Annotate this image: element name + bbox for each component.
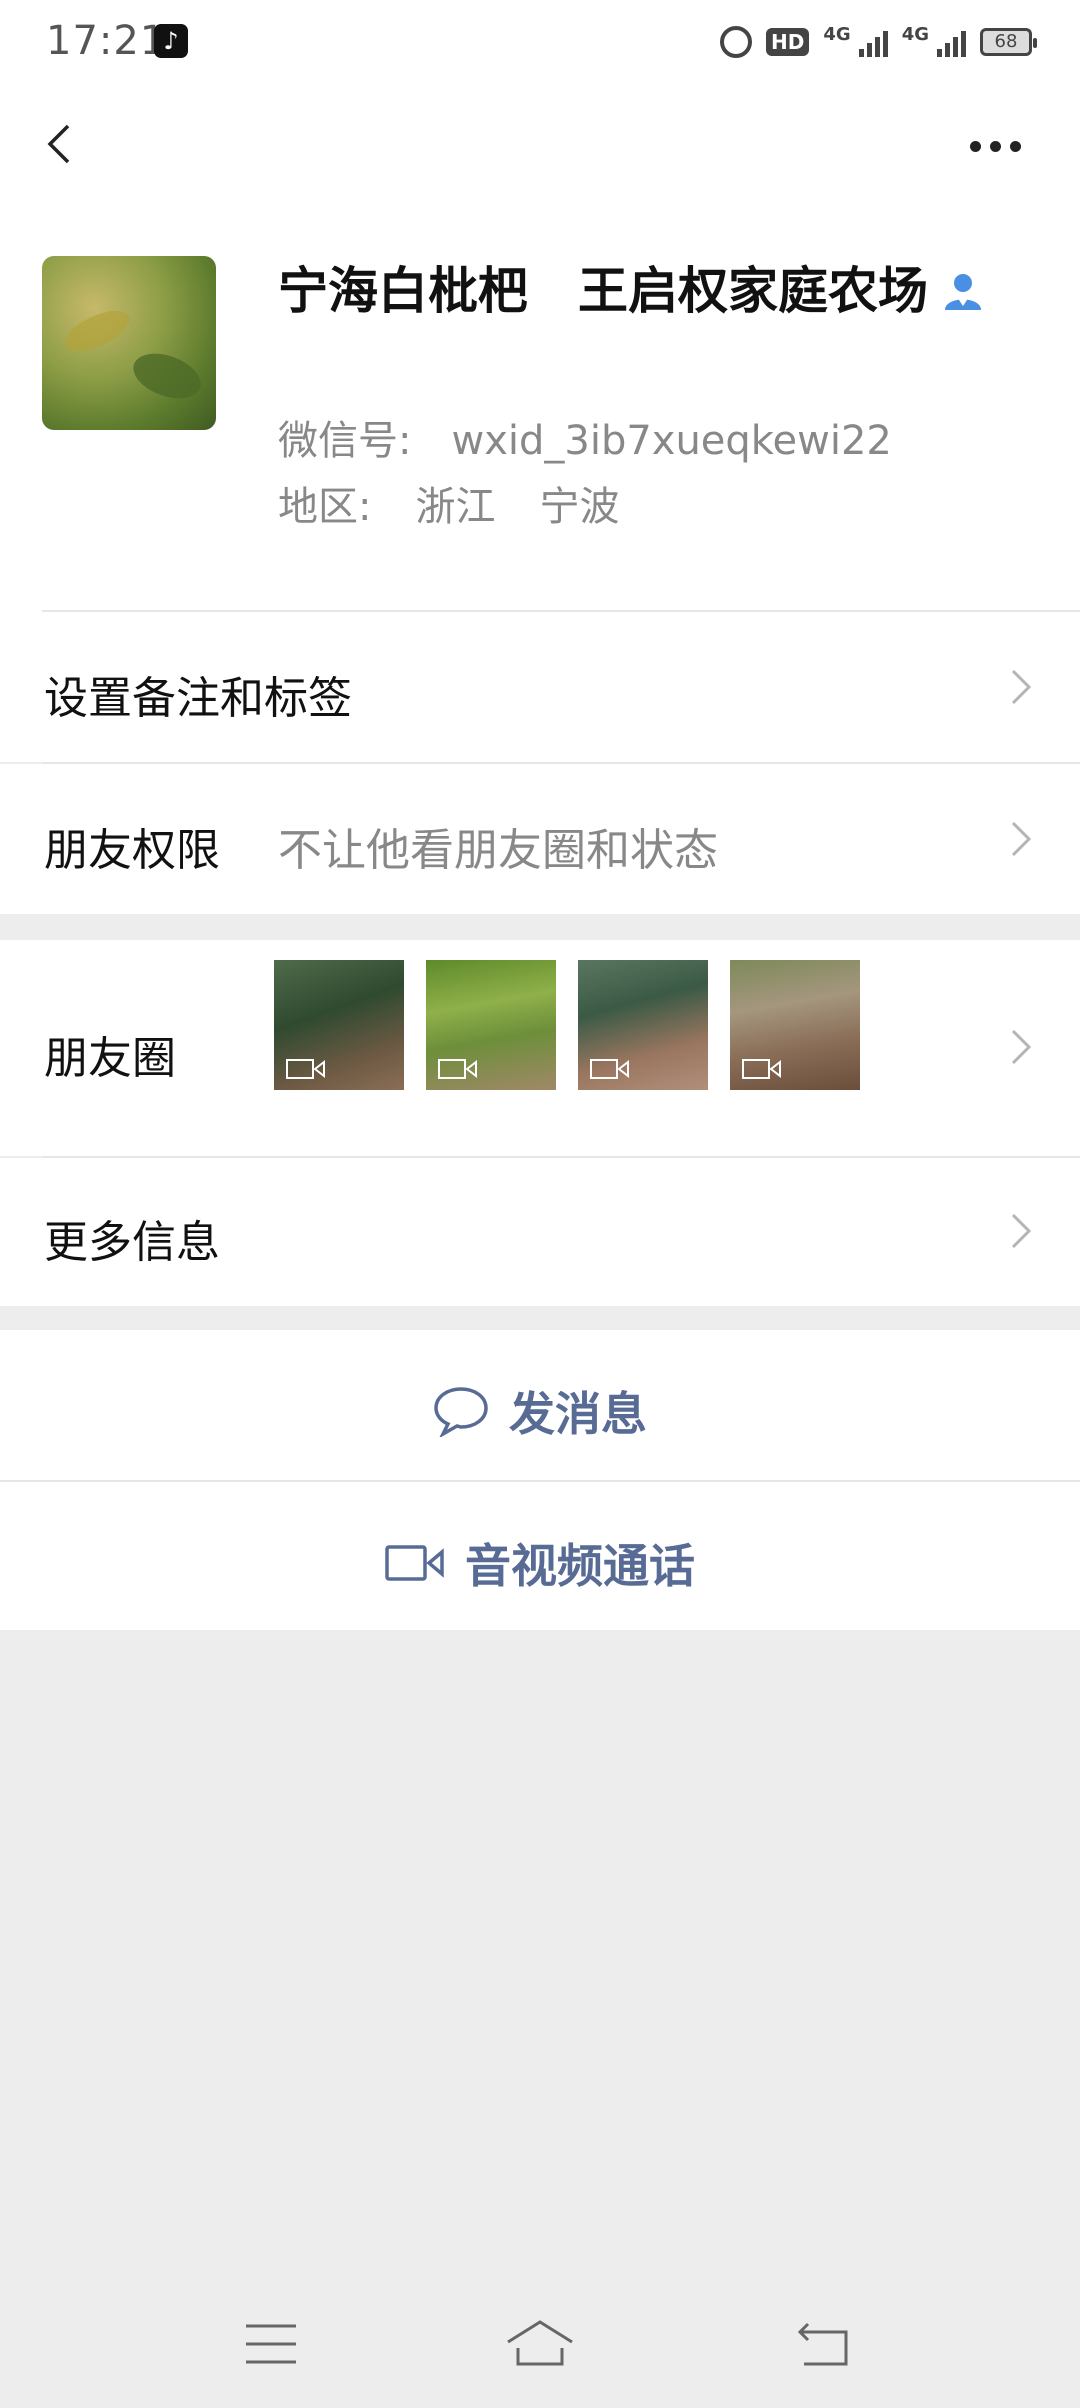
- video-icon: [742, 1059, 781, 1079]
- menu-icon[interactable]: [244, 2322, 298, 2366]
- chevron-right-icon: [1011, 1213, 1032, 1249]
- region-row: 地区: 浙江 宁波: [278, 474, 663, 532]
- signal-icon: [858, 27, 888, 57]
- friend-permission-title: 朋友权限: [44, 825, 220, 876]
- video-call-button[interactable]: 音视频通话: [0, 1482, 1080, 1630]
- more-dots-icon[interactable]: [970, 136, 1030, 156]
- send-message-label: 发消息: [509, 1387, 647, 1441]
- moments-thumbnail[interactable]: [578, 960, 708, 1090]
- video-icon: [590, 1059, 629, 1079]
- chevron-right-icon: [1011, 1029, 1032, 1065]
- avatar[interactable]: [42, 256, 216, 430]
- profile-name: 宁海白枇杷 王启权家庭农场: [278, 258, 998, 324]
- network-type-label-2: 4G: [901, 24, 929, 45]
- top-bar: [0, 84, 1080, 194]
- remark-tags-row[interactable]: 设置备注和标签: [0, 612, 1080, 762]
- moments-row[interactable]: 朋友圈: [0, 940, 1080, 1156]
- back-nav-icon[interactable]: [796, 2320, 850, 2368]
- signal-icon: [937, 27, 966, 57]
- moments-title: 朋友圈: [44, 1033, 176, 1084]
- wechat-id-row: 微信号: wxid_3ib7xueqkewi22: [278, 408, 892, 466]
- remark-tags-label: 设置备注和标签: [44, 673, 352, 724]
- video-icon: [286, 1059, 325, 1079]
- alarm-icon: [720, 26, 753, 58]
- region-city: 宁波: [539, 484, 620, 530]
- region-province: 浙江: [415, 484, 496, 530]
- home-icon[interactable]: [504, 2318, 576, 2368]
- video-icon: [438, 1059, 477, 1079]
- friend-permission-value: 不让他看朋友圈和状态: [278, 825, 718, 876]
- send-message-button[interactable]: 发消息: [0, 1330, 1080, 1480]
- more-info-label: 更多信息: [44, 1217, 220, 1268]
- moments-thumbnail[interactable]: [274, 960, 404, 1090]
- wechat-id-value: wxid_3ib7xueqkewi22: [451, 418, 892, 464]
- moments-thumbnail[interactable]: [426, 960, 556, 1090]
- hd-icon: HD: [766, 28, 810, 56]
- status-time: 17:21: [46, 18, 167, 64]
- more-info-row[interactable]: 更多信息: [0, 1158, 1080, 1306]
- tiktok-icon: ♪: [154, 24, 188, 58]
- person-icon: [945, 274, 981, 310]
- chevron-right-icon: [1011, 821, 1032, 857]
- network-type-label: 4G: [823, 24, 851, 45]
- chat-bubble-icon: [434, 1387, 488, 1439]
- video-call-label: 音视频通话: [465, 1539, 695, 1593]
- profile-name-text: 宁海白枇杷 王启权家庭农场: [278, 262, 928, 320]
- status-icons: HD 4G 4G 68: [720, 24, 1037, 60]
- moments-thumbnail[interactable]: [730, 960, 860, 1090]
- battery-icon: 68: [980, 28, 1037, 56]
- video-camera-icon: [385, 1545, 444, 1581]
- wechat-id-label: 微信号:: [278, 418, 412, 464]
- region-label: 地区:: [278, 484, 372, 530]
- chevron-left-icon[interactable]: [40, 124, 80, 164]
- chevron-right-icon: [1011, 669, 1032, 705]
- friend-permission-row[interactable]: 朋友权限 不让他看朋友圈和状态: [0, 764, 1080, 914]
